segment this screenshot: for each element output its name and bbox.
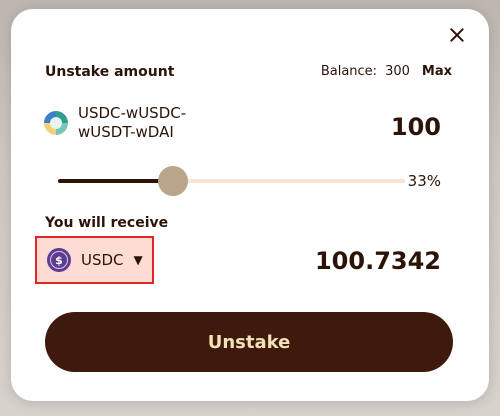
usdc-icon: $ [47, 248, 71, 272]
receive-token-label: USDC [81, 251, 124, 269]
amount-slider[interactable] [58, 166, 405, 196]
unstake-amount-value[interactable]: 100 [391, 113, 441, 141]
balance-info: Balance: 300 Max [321, 64, 452, 79]
lp-token-icon [44, 111, 68, 135]
balance-label: Balance: [320, 64, 378, 79]
receive-amount-value: 100.7342 [314, 247, 441, 275]
receive-label: You will receive [45, 215, 169, 231]
lp-token: USDC-wUSDC-wUSDT-wDAI [44, 104, 208, 142]
slider-thumb[interactable] [157, 166, 188, 196]
max-button[interactable]: Max [422, 64, 452, 79]
unstake-button-label: Unstake [207, 331, 291, 353]
balance-value: 300 [385, 64, 410, 79]
slider-percent-label: 33% [407, 172, 441, 190]
chevron-down-icon: ▼ [133, 253, 143, 267]
unstake-amount-title: Unstake amount [45, 64, 175, 80]
slider-fill [58, 179, 173, 183]
receive-token-select[interactable]: $ USDC ▼ [35, 236, 154, 284]
close-icon[interactable] [447, 25, 467, 45]
unstake-button[interactable]: Unstake [45, 312, 453, 372]
unstake-modal: Unstake amount Balance: 300 Max USDC-wUS… [11, 9, 489, 401]
lp-token-name: USDC-wUSDC-wUSDT-wDAI [78, 104, 187, 141]
